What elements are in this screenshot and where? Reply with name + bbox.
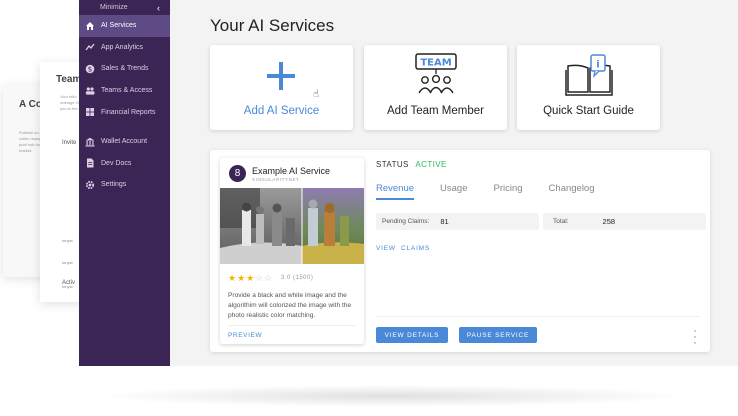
gear-icon <box>85 180 95 190</box>
sidebar-item-label: Dev Docs <box>101 159 132 167</box>
rating-text: 3.0 (1500) <box>281 275 314 281</box>
service-preview-image <box>220 188 364 264</box>
sidebar: Minimize ‹ AI Services App Analytics $ S… <box>79 0 170 366</box>
minimize-button[interactable]: Minimize ‹ <box>79 0 170 15</box>
tab-pricing[interactable]: Pricing <box>494 183 523 200</box>
background-invite-label: Invite <box>62 140 77 146</box>
dollar-icon: $ <box>85 64 95 74</box>
sidebar-item-label: AI Services <box>101 22 137 30</box>
pause-service-button[interactable]: PAUSE SERVICE <box>459 327 537 343</box>
total-label: Total: <box>553 218 569 225</box>
background-row: tonyst <box>62 238 73 243</box>
sidebar-item-label: Teams & Access <box>101 87 153 95</box>
service-panel: 8 Example AI Service SINGULARITYNET ★★★☆… <box>210 150 710 352</box>
total-claims-box: Total: 258 <box>543 213 706 230</box>
service-card[interactable]: 8 Example AI Service SINGULARITYNET ★★★☆… <box>220 158 364 344</box>
card-label: Add Team Member <box>387 105 484 117</box>
status-label: STATUS <box>376 160 409 169</box>
service-name: Example AI Service <box>252 166 331 176</box>
status-row: STATUS ACTIVE <box>376 160 447 169</box>
pending-claims-label: Pending Claims: <box>382 218 430 225</box>
service-description: Provide a black and white image and the … <box>228 292 352 319</box>
service-logo: 8 <box>229 165 246 182</box>
tab-revenue[interactable]: Revenue <box>376 183 415 200</box>
grid-icon <box>85 107 95 117</box>
sidebar-item-label: App Analytics <box>101 43 144 51</box>
divider <box>376 316 700 317</box>
tab-usage[interactable]: Usage <box>440 183 467 200</box>
quick-start-guide-card[interactable]: i Quick Start Guide <box>517 45 660 130</box>
pending-claims-value: 81 <box>440 217 449 226</box>
svg-text:i: i <box>596 60 599 71</box>
sidebar-item-ai-services[interactable]: AI Services <box>79 15 170 37</box>
svg-text:TEAM: TEAM <box>420 58 451 69</box>
divider <box>228 325 356 326</box>
bank-icon <box>85 137 95 147</box>
floor-shadow <box>90 385 690 407</box>
rating-stars: ★★★☆☆ <box>228 273 274 283</box>
view-details-button[interactable]: VIEW DETAILS <box>376 327 448 343</box>
sidebar-item-app-analytics[interactable]: App Analytics <box>79 37 170 59</box>
pending-claims-box: Pending Claims: 81 <box>376 213 539 230</box>
hand-cursor-icon: ☝ <box>313 89 320 100</box>
add-team-member-card[interactable]: TEAM Add Team Member <box>364 45 507 130</box>
sidebar-item-label: Wallet Account <box>101 138 148 146</box>
sidebar-item-dev-docs[interactable]: Dev Docs <box>79 153 170 175</box>
claims-summary: Pending Claims: 81 Total: 258 <box>376 213 706 230</box>
plus-icon <box>267 62 295 90</box>
sidebar-item-settings[interactable]: Settings <box>79 174 170 196</box>
view-claims-link[interactable]: VIEW CLAIMS <box>376 245 430 252</box>
status-badge: ACTIVE <box>415 160 447 169</box>
total-value: 258 <box>602 217 616 226</box>
card-label: Add AI Service <box>243 105 320 117</box>
service-tabs: Revenue Usage Pricing Changelog <box>376 183 621 200</box>
preview-link[interactable]: PREVIEW <box>228 332 262 339</box>
sidebar-item-label: Sales & Trends <box>101 65 149 73</box>
card-label: Quick Start Guide <box>543 105 634 117</box>
book-icon: i <box>565 54 613 96</box>
more-options-icon[interactable]: · · · <box>692 326 698 349</box>
svg-text:$: $ <box>88 65 92 73</box>
sidebar-item-label: Financial Reports <box>101 108 156 116</box>
sidebar-item-wallet-account[interactable]: Wallet Account <box>79 131 170 153</box>
background-page-title: Team <box>56 74 82 85</box>
background-active-label: Activ <box>62 280 76 286</box>
sidebar-item-teams-access[interactable]: Teams & Access <box>79 80 170 102</box>
document-icon <box>85 158 95 168</box>
add-ai-service-card[interactable]: ☝ Add AI Service <box>210 45 353 130</box>
people-icon <box>85 86 95 96</box>
sidebar-item-financial-reports[interactable]: Financial Reports <box>79 101 170 123</box>
minimize-label: Minimize <box>100 4 128 11</box>
background-row: tonyst <box>62 260 73 265</box>
team-icon: TEAM <box>415 53 457 94</box>
chevron-left-icon: ‹ <box>157 2 160 13</box>
sidebar-item-sales-trends[interactable]: $ Sales & Trends <box>79 58 170 80</box>
tab-changelog[interactable]: Changelog <box>549 183 595 200</box>
page-title: Your AI Services <box>210 16 335 35</box>
service-org: SINGULARITYNET <box>252 177 300 182</box>
main-content: Your AI Services ☝ Add AI Service TEAM A… <box>170 0 738 366</box>
sidebar-item-label: Settings <box>101 181 127 189</box>
home-icon <box>85 21 95 31</box>
chart-line-icon <box>85 42 95 52</box>
